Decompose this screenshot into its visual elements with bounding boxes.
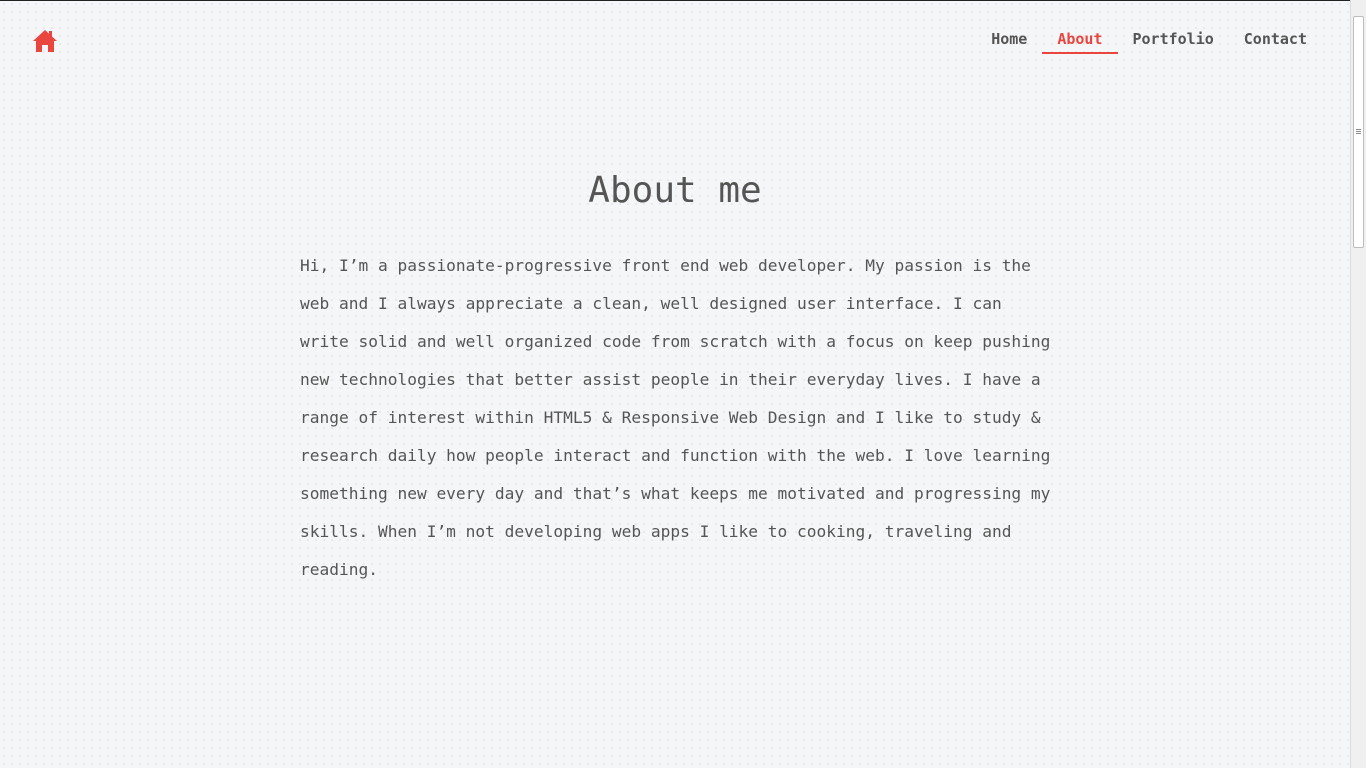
nav-link-portfolio[interactable]: Portfolio bbox=[1118, 30, 1229, 54]
about-bio-text: Hi, I’m a passionate-progressive front e… bbox=[300, 256, 1051, 579]
home-icon-graphic bbox=[33, 30, 57, 52]
scrollbar-grip-icon bbox=[1356, 129, 1361, 134]
about-section: About me Hi, I’m a passionate-progressiv… bbox=[300, 170, 1060, 589]
nav-link-about[interactable]: About bbox=[1042, 30, 1118, 54]
scrollbar-thumb[interactable] bbox=[1353, 16, 1364, 248]
navbar: Home About Portfolio Contact bbox=[0, 0, 1350, 80]
nav-link-home[interactable]: Home bbox=[976, 30, 1042, 54]
main-nav: Home About Portfolio Contact bbox=[976, 30, 1322, 54]
page-title: About me bbox=[588, 170, 762, 211]
vertical-scrollbar[interactable] bbox=[1350, 0, 1366, 768]
nav-link-contact[interactable]: Contact bbox=[1229, 30, 1322, 54]
home-icon[interactable] bbox=[32, 29, 58, 53]
